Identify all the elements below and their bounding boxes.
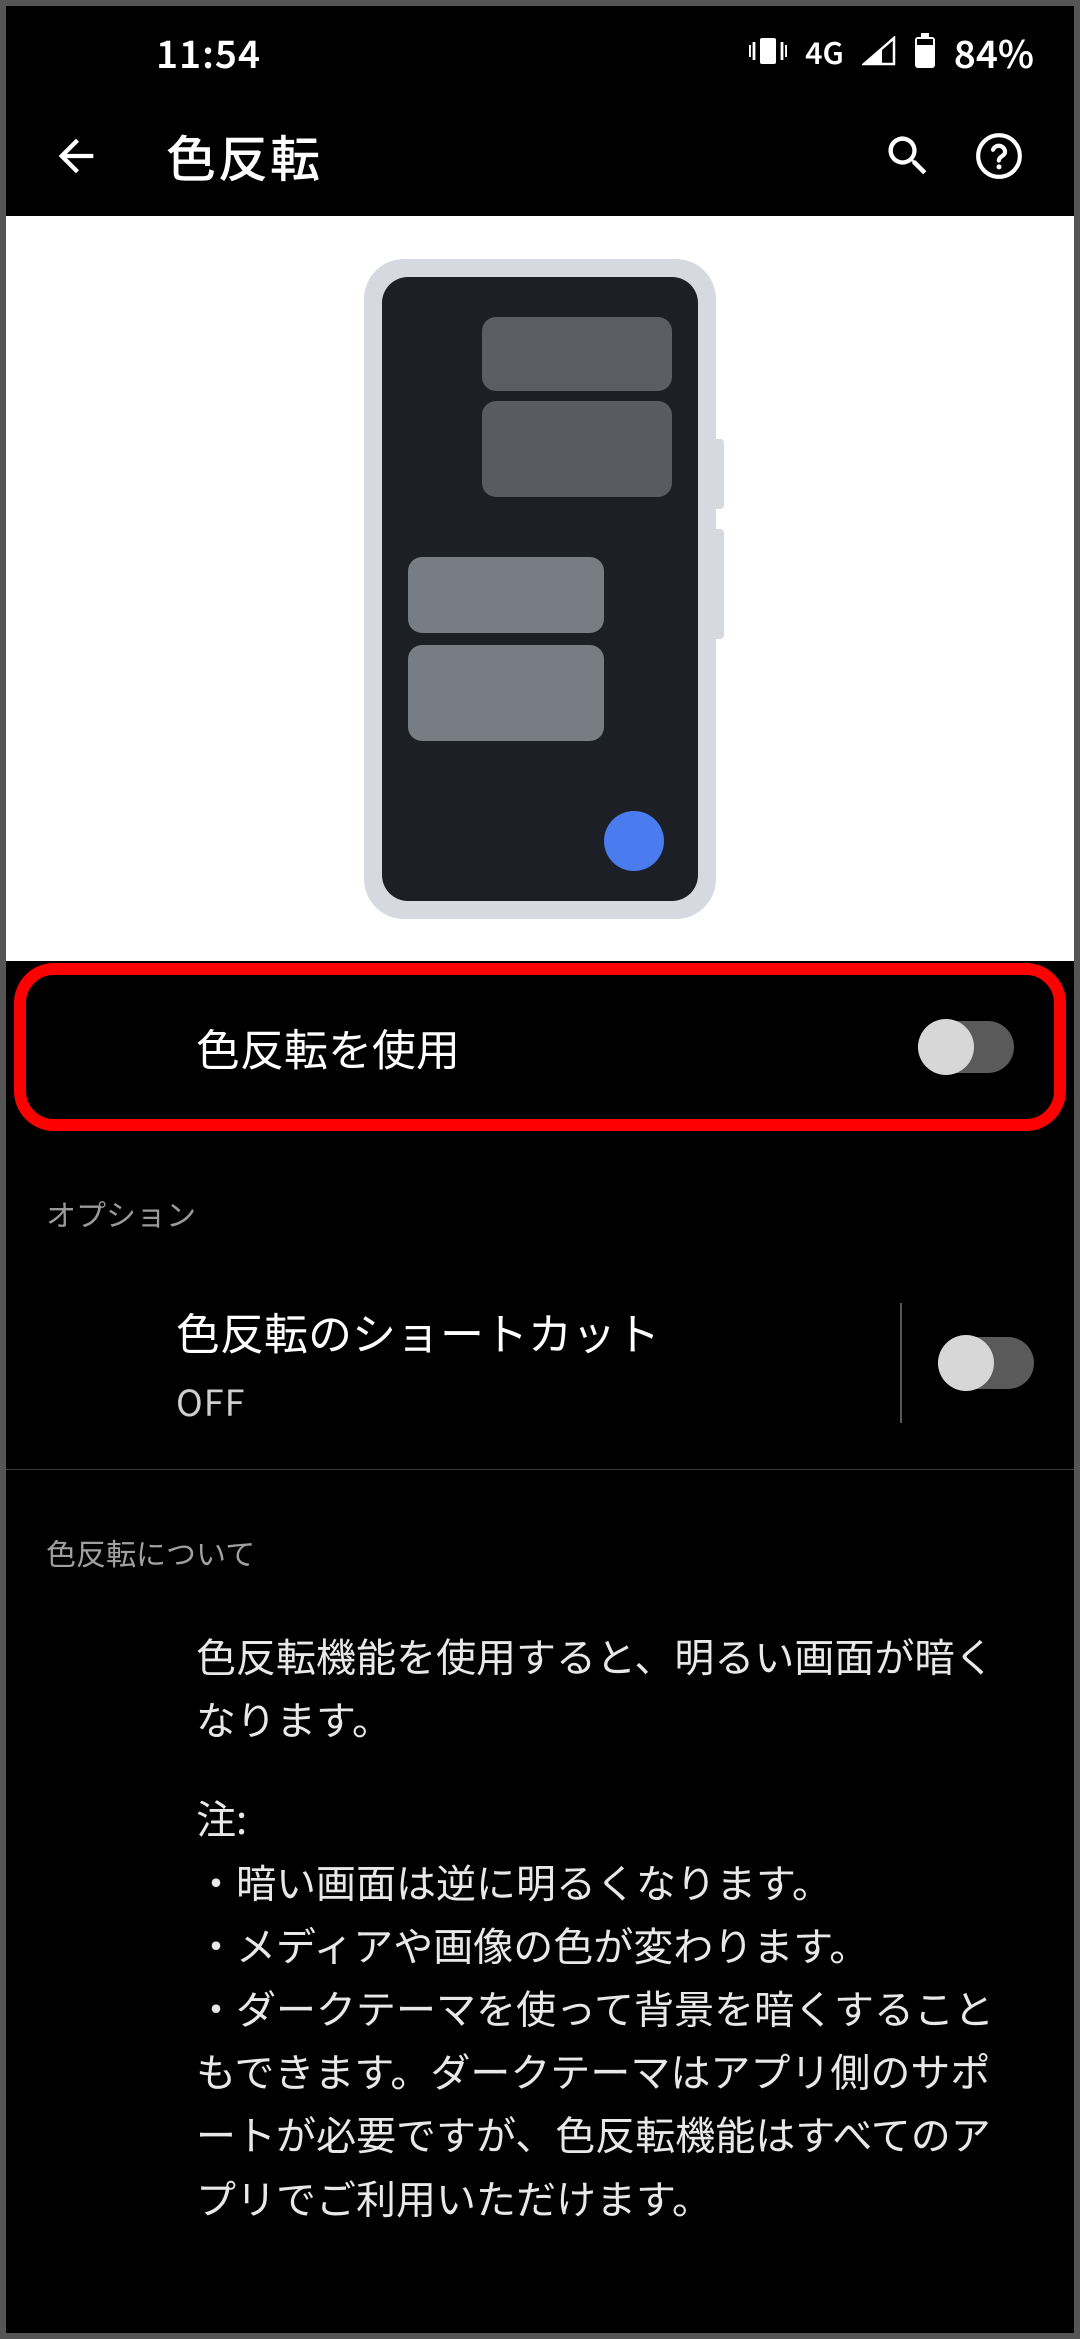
status-bar: 11:54 4G 84% (6, 6, 1074, 96)
highlight-annotation: 色反転を使用 (14, 963, 1066, 1131)
shortcut-label: 色反転のショートカット (176, 1299, 864, 1363)
vibrate-icon (749, 36, 787, 66)
about-bullet-1: ・暗い画面は逆に明るくなります。 (196, 1850, 1024, 1913)
use-color-inversion-row[interactable]: 色反転を使用 (26, 975, 1054, 1119)
signal-icon (862, 36, 896, 66)
app-bar: 色反転 (6, 96, 1074, 216)
page-title: 色反転 (116, 120, 882, 192)
about-section-header: 色反転について (6, 1470, 1074, 1624)
preview-illustration (6, 216, 1074, 961)
shortcut-row[interactable]: 色反転のショートカット OFF (6, 1265, 1074, 1461)
use-color-inversion-toggle[interactable] (918, 1021, 1014, 1073)
about-paragraph-1: 色反転機能を使用すると、明るい画面が暗くなります。 (196, 1624, 1024, 1750)
use-color-inversion-label: 色反転を使用 (196, 1015, 918, 1079)
about-text: 色反転機能を使用すると、明るい画面が暗くなります。 注: ・暗い画面は逆に明るく… (6, 1624, 1074, 2229)
about-bullet-3: ・ダークテーマを使って背景を暗くすることもできます。ダークテーマはアプリ側のサポ… (196, 1976, 1024, 2229)
shortcut-toggle[interactable] (938, 1337, 1034, 1389)
status-battery-text: 84% (954, 24, 1034, 79)
status-network-label: 4G (805, 29, 844, 73)
about-note-label: 注: (196, 1786, 1024, 1849)
battery-icon (914, 33, 936, 69)
options-section-header: オプション (6, 1131, 1074, 1265)
shortcut-status: OFF (176, 1375, 864, 1427)
about-bullet-2: ・メディアや画像の色が変わります。 (196, 1913, 1024, 1976)
vertical-divider (900, 1303, 902, 1423)
search-button[interactable] (882, 130, 934, 182)
help-button[interactable] (974, 131, 1024, 181)
back-button[interactable] (36, 130, 116, 182)
phone-mockup (364, 259, 716, 919)
status-time: 11:54 (156, 24, 261, 79)
